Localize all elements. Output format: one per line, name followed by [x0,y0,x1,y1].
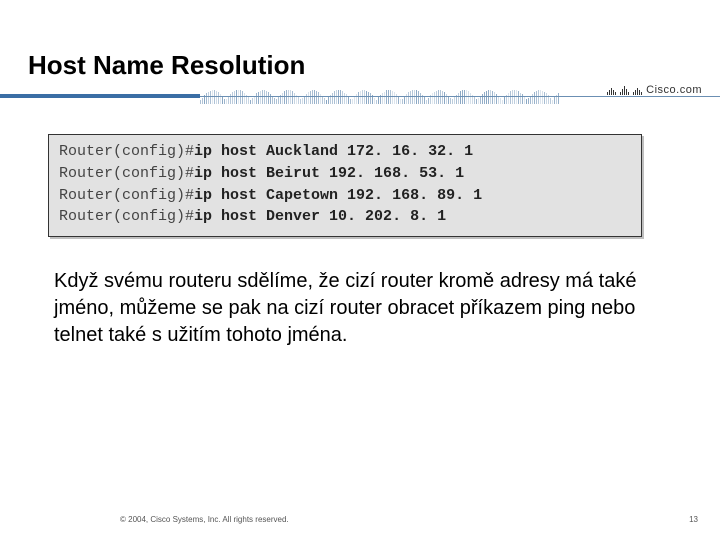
body-paragraph: Když svému routeru sdělíme, že cizí rout… [54,268,654,349]
cisco-logo: Cisco.com [607,84,702,96]
divider-stripes [200,88,600,104]
page-number: 13 [689,515,698,524]
slide-title: Host Name Resolution [28,50,305,81]
code-line: Router(config)#ip host Capetown 192. 168… [59,185,631,207]
code-line: Router(config)#ip host Denver 10. 202. 8… [59,206,631,228]
copyright-text: © 2004, Cisco Systems, Inc. All rights r… [120,515,289,524]
code-line: Router(config)#ip host Beirut 192. 168. … [59,163,631,185]
slide: Host Name Resolution Cisco.com Router(co… [0,0,720,540]
logo-text: Cisco.com [646,84,702,96]
code-line: Router(config)#ip host Auckland 172. 16.… [59,141,631,163]
code-block: Router(config)#ip host Auckland 172. 16.… [48,134,642,237]
